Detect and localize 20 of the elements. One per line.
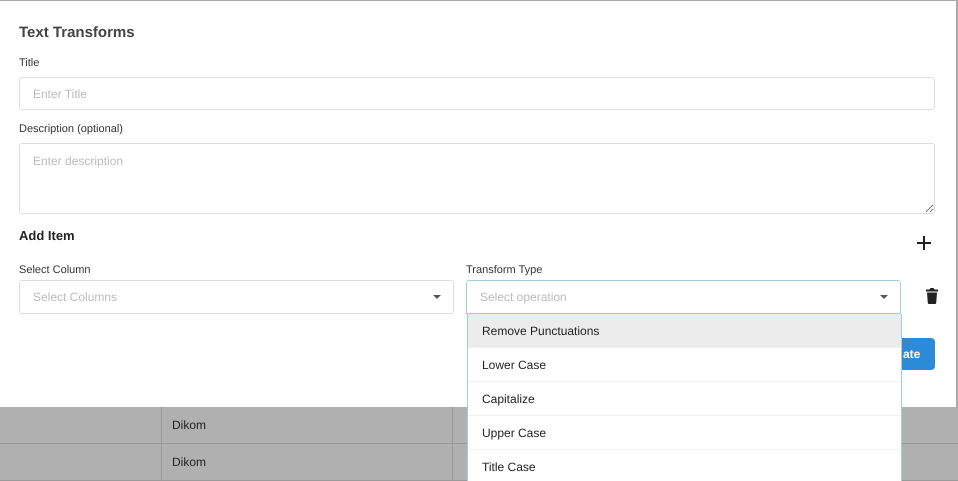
dropdown-option[interactable]: Lower Case — [468, 347, 901, 381]
description-field[interactable]: Enter description — [19, 143, 935, 214]
field-label: Title — [19, 57, 40, 71]
title-field[interactable]: Enter Title — [19, 77, 935, 110]
field-label: Select Column — [19, 264, 92, 276]
caret-icon — [433, 295, 441, 299]
field-label: Transform Type — [466, 264, 544, 276]
dropdown-option[interactable]: Capitalize — [468, 381, 901, 415]
dropdown-option[interactable]: Upper Case — [468, 415, 901, 449]
cell-text: Dikom — [172, 418, 206, 432]
field-label: Description (optional) — [19, 123, 124, 137]
trash-icon[interactable] — [926, 288, 938, 304]
dropdown-option[interactable]: Title Case — [468, 449, 901, 481]
caret-icon — [880, 295, 888, 299]
section-heading: Add Item — [19, 228, 75, 243]
dialog-title: Text Transforms — [19, 24, 136, 43]
plus-icon[interactable] — [917, 236, 931, 250]
cell-text: Dikom — [172, 455, 206, 469]
submit-button[interactable]: ate — [901, 338, 935, 370]
dropdown-option[interactable]: Remove Punctuations — [468, 314, 901, 347]
